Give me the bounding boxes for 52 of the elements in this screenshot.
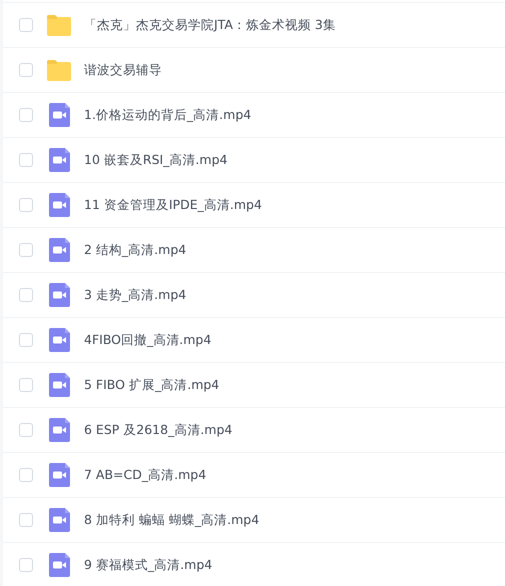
- folder-icon: [46, 14, 72, 36]
- video-file-icon: [48, 328, 70, 352]
- checkbox[interactable]: [19, 243, 33, 257]
- video-file-icon: [48, 418, 70, 442]
- video-file-icon: [48, 103, 70, 127]
- checkbox[interactable]: [19, 198, 33, 212]
- file-name[interactable]: 7 AB=CD_高清.mp4: [84, 466, 206, 484]
- file-row[interactable]: 4FIBO回撤_高清.mp4: [3, 317, 505, 362]
- file-name[interactable]: 「杰克」杰克交易学院JTA：炼金术视频 3集: [84, 16, 336, 34]
- video-file-icon: [48, 148, 70, 172]
- checkbox[interactable]: [19, 513, 33, 527]
- file-row[interactable]: 1.价格运动的背后_高清.mp4: [3, 92, 505, 137]
- file-row[interactable]: 7 AB=CD_高清.mp4: [3, 452, 505, 497]
- file-row[interactable]: 2 结构_高清.mp4: [3, 227, 505, 272]
- checkbox[interactable]: [19, 378, 33, 392]
- checkbox[interactable]: [19, 558, 33, 572]
- file-row[interactable]: 谐波交易辅导: [3, 47, 505, 92]
- checkbox[interactable]: [19, 468, 33, 482]
- file-name[interactable]: 2 结构_高清.mp4: [84, 240, 186, 260]
- folder-icon: [46, 60, 72, 80]
- file-row[interactable]: 「杰克」杰克交易学院JTA：炼金术视频 3集: [3, 2, 505, 47]
- video-file-icon: [48, 553, 70, 577]
- checkbox[interactable]: [19, 63, 33, 77]
- checkbox[interactable]: [19, 153, 33, 167]
- file-row[interactable]: 10 嵌套及RSI_高清.mp4: [3, 137, 505, 182]
- file-name[interactable]: 1.价格运动的背后_高清.mp4: [84, 106, 252, 124]
- checkbox[interactable]: [19, 108, 33, 122]
- file-row[interactable]: 5 FIBO 扩展_高清.mp4: [3, 362, 505, 407]
- file-name[interactable]: 9 赛福模式_高清.mp4: [84, 556, 212, 574]
- file-row[interactable]: 6 ESP 及2618_高清.mp4: [3, 407, 505, 452]
- file-name[interactable]: 3 走势_高清.mp4: [84, 286, 186, 304]
- file-name[interactable]: 4FIBO回撤_高清.mp4: [84, 330, 212, 350]
- video-file-icon: [48, 193, 70, 217]
- checkbox[interactable]: [19, 423, 33, 437]
- file-name[interactable]: 8 加特利 蝙蝠 蝴蝶_高清.mp4: [84, 510, 260, 530]
- video-file-icon: [48, 373, 70, 397]
- file-name[interactable]: 谐波交易辅导: [84, 60, 162, 80]
- video-file-icon: [48, 463, 70, 487]
- checkbox[interactable]: [19, 288, 33, 302]
- file-row[interactable]: 8 加特利 蝙蝠 蝴蝶_高清.mp4: [3, 497, 505, 542]
- file-name[interactable]: 10 嵌套及RSI_高清.mp4: [84, 150, 228, 170]
- video-file-icon: [48, 238, 70, 262]
- video-file-icon: [48, 508, 70, 532]
- file-name[interactable]: 6 ESP 及2618_高清.mp4: [84, 420, 232, 440]
- checkbox[interactable]: [19, 333, 33, 347]
- file-name[interactable]: 5 FIBO 扩展_高清.mp4: [84, 376, 220, 394]
- checkbox[interactable]: [19, 18, 33, 32]
- file-name[interactable]: 11 资金管理及IPDE_高清.mp4: [84, 196, 262, 214]
- file-row[interactable]: 11 资金管理及IPDE_高清.mp4: [3, 182, 505, 227]
- file-row[interactable]: 3 走势_高清.mp4: [3, 272, 505, 317]
- video-file-icon: [48, 283, 70, 307]
- file-row[interactable]: 9 赛福模式_高清.mp4: [3, 542, 505, 586]
